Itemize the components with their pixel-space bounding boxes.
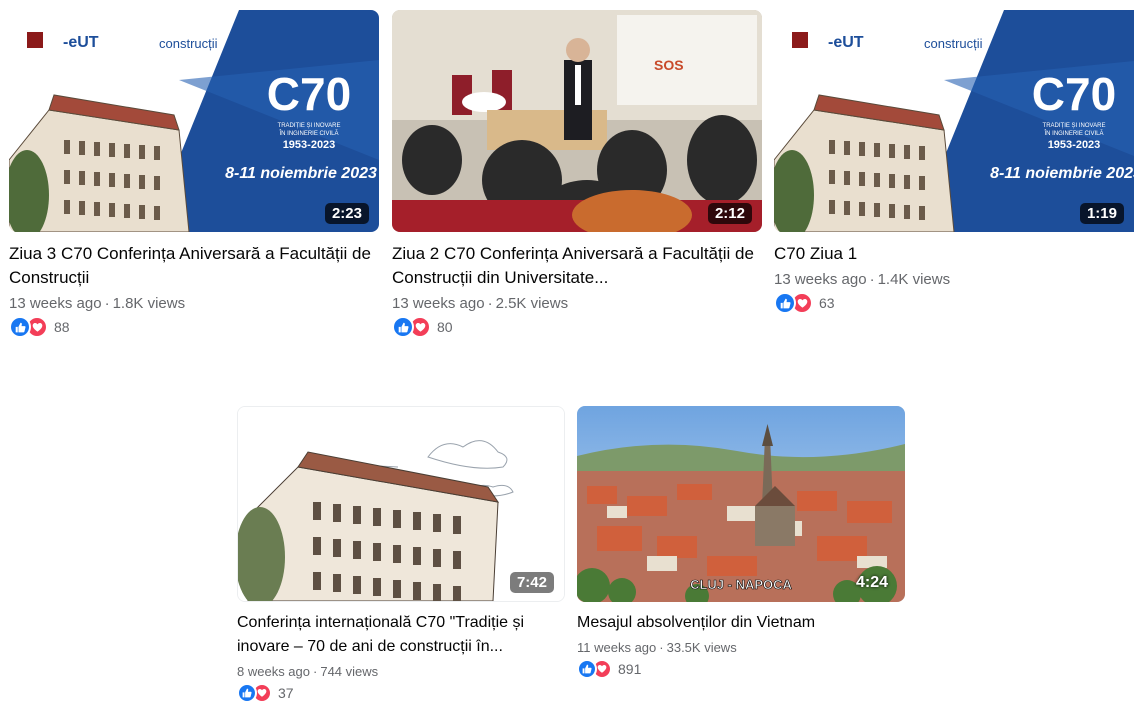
video-age: 11 weeks ago [577,640,657,655]
reaction-count: 63 [819,295,835,311]
video-title[interactable]: Ziua 2 C70 Conferința Aniversară a Facul… [392,242,762,290]
reaction-count: 88 [54,319,70,335]
poster-brand: construcții [924,36,983,51]
video-views: 2.5K views [495,295,569,312]
video-thumbnail[interactable]: -eUT construcții C70 TRADIȚIE ȘI INOVARE… [9,10,379,232]
svg-text:1953-2023: 1953-2023 [283,139,336,151]
video-card[interactable]: SOS 2:12 Ziua 2 C70 Conferința Aniversar… [392,10,762,338]
city-caption: CLUJ - NAPOCA [690,577,792,592]
like-reaction-icon [9,316,31,338]
poster-brand: construcții [159,36,218,51]
video-meta: 13 weeks ago · 1.4K views [774,271,951,288]
video-meta: 11 weeks ago · 33.5K views [577,640,737,655]
svg-text:TRADIȚIE ȘI INOVARE: TRADIȚIE ȘI INOVARE [1043,123,1106,129]
video-thumbnail[interactable]: CLUJ - NAPOCA 4:24 [577,406,905,602]
video-thumbnail[interactable]: 7:42 [237,406,565,602]
video-title[interactable]: C70 Ziua 1 [774,242,1134,266]
poster-image: -eUT construcții C70 TRADIȚIE ȘI INOVARE… [9,10,379,232]
reaction-count: 891 [618,661,642,677]
video-meta: 13 weeks ago · 1.8K views [9,295,186,312]
reactions[interactable]: 63 [774,292,1134,314]
reactions[interactable]: 88 [9,316,379,338]
poster-logo: C70 [267,68,351,120]
like-reaction-icon [392,316,414,338]
like-reaction-icon [774,292,796,314]
svg-text:ÎN INGINERIE CIVILĂ: ÎN INGINERIE CIVILĂ [278,130,338,137]
poster-image: -eUT construcții C70 TRADIȚIE ȘI INOVARE… [774,10,1134,232]
video-views: 1.8K views [112,295,186,312]
video-title[interactable]: Ziua 3 C70 Conferința Aniversară a Facul… [9,242,379,290]
video-duration: 2:12 [707,203,752,224]
svg-text:ÎN INGINERIE CIVILĂ: ÎN INGINERIE CIVILĂ [1043,130,1103,137]
reactions[interactable]: 891 [577,659,905,679]
video-title[interactable]: Conferința internațională C70 "Tradiție … [237,611,565,659]
reactions[interactable]: 37 [237,683,565,703]
conference-photo: SOS [392,10,762,232]
svg-text:8-11 noiembrie 2023: 8-11 noiembrie 2023 [990,165,1134,182]
video-views: 1.4K views [877,271,951,288]
video-title[interactable]: Mesajul absolvenților din Vietnam [577,611,905,635]
svg-text:-eUT: -eUT [828,34,864,51]
svg-text:1953-2023: 1953-2023 [1048,139,1101,151]
svg-text:TRADIȚIE ȘI INOVARE: TRADIȚIE ȘI INOVARE [278,123,341,129]
video-meta: 13 weeks ago · 2.5K views [392,295,569,312]
poster-logo: C70 [1032,68,1116,120]
video-views: 33.5K views [666,640,737,655]
video-thumbnail[interactable]: -eUT construcții C70 TRADIȚIE ȘI INOVARE… [774,10,1134,232]
reaction-count: 37 [278,685,294,701]
like-reaction-icon [237,683,257,703]
video-duration: 4:24 [855,574,888,591]
svg-text:8-11 noiembrie 2023: 8-11 noiembrie 2023 [225,165,377,182]
video-duration: 1:19 [1079,203,1124,224]
video-card[interactable]: CLUJ - NAPOCA 4:24 Mesajul absolvenților… [577,406,905,679]
video-card[interactable]: 7:42 Conferința internațională C70 "Trad… [237,406,565,703]
video-duration: 7:42 [509,572,554,593]
video-card[interactable]: -eUT construcții C70 TRADIȚIE ȘI INOVARE… [9,10,379,338]
video-card[interactable]: -eUT construcții C70 TRADIȚIE ȘI INOVARE… [774,10,1134,314]
reactions[interactable]: 80 [392,316,762,338]
video-age: 8 weeks ago [237,664,310,679]
video-meta: 8 weeks ago · 744 views [237,664,379,679]
reaction-count: 80 [437,319,453,335]
video-views: 744 views [320,664,379,679]
video-age: 13 weeks ago [774,271,867,288]
video-thumbnail[interactable]: SOS 2:12 [392,10,762,232]
video-age: 13 weeks ago [9,295,102,312]
video-duration: 2:23 [324,203,369,224]
svg-text:-eUT: -eUT [63,34,99,51]
video-age: 13 weeks ago [392,295,485,312]
like-reaction-icon [577,659,597,679]
banner-text: SOS [654,57,684,73]
